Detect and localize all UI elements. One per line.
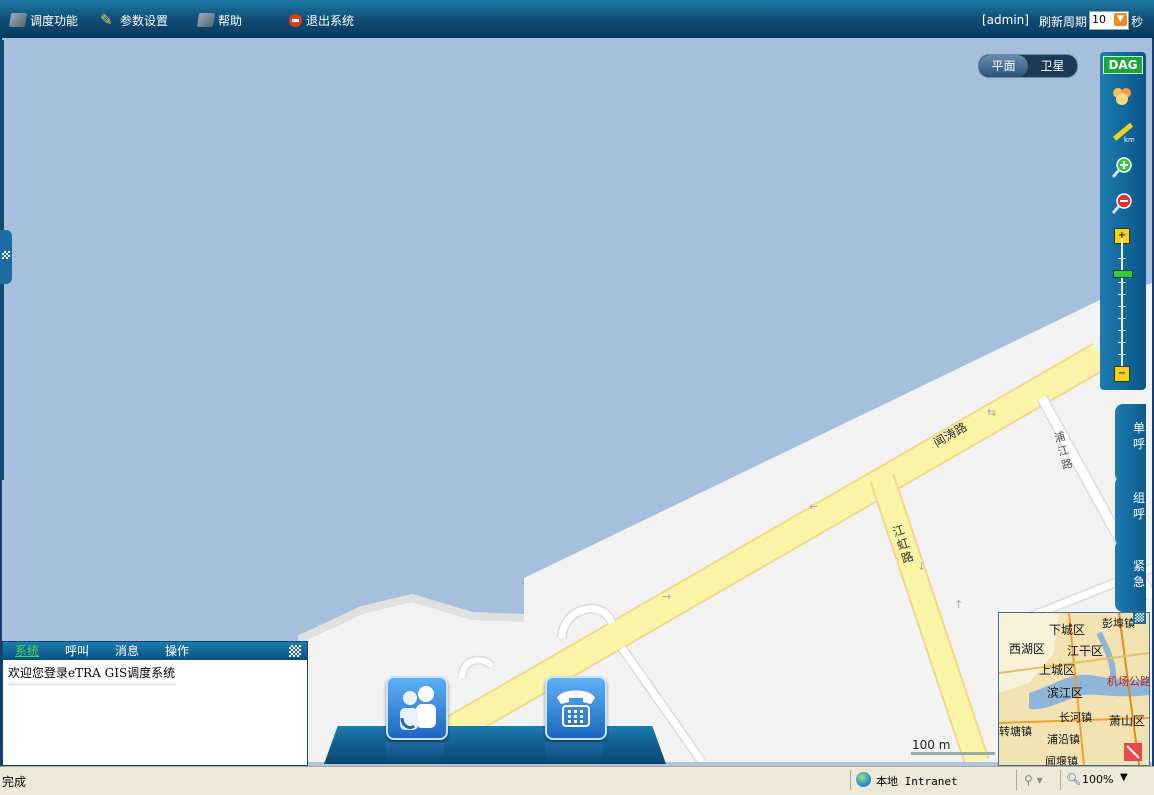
status-text: 完成 [2, 775, 27, 789]
telephone-icon [557, 690, 595, 727]
menu-dispatch[interactable]: 调度功能 [8, 10, 79, 30]
browser-statusbar: 完成 本地 Intranet ⚲ ▾ 🔍︎ 100% ▼ [0, 766, 1154, 795]
zoom-level[interactable]: 100% [1082, 773, 1113, 786]
chevron-down-icon[interactable]: ▼ [1114, 13, 1127, 26]
svg-text:↓: ↓ [917, 560, 926, 573]
globe-icon [856, 772, 871, 787]
menu-exit-label: 退出系统 [306, 13, 355, 28]
panel-collapse-icon[interactable] [289, 645, 301, 657]
status-separator [1060, 770, 1061, 790]
dag-badge[interactable]: DAG [1103, 56, 1143, 74]
tab-call[interactable]: 呼叫 [65, 643, 89, 659]
minimap-label: 上城区 [1039, 663, 1076, 677]
zoom-slider[interactable]: + − [1113, 228, 1133, 382]
zoom-tick [1118, 318, 1126, 319]
zoom-slider-thumb[interactable] [1113, 270, 1133, 278]
left-panel-toggle[interactable] [0, 230, 12, 284]
group-call-button[interactable] [386, 676, 448, 740]
tab-single-call[interactable]: 单呼 [1115, 404, 1146, 482]
minimap-label: 转塘镇 [999, 725, 1032, 738]
minimap-label: 萧山区 [1109, 714, 1146, 728]
minimap-label: 江干区 [1067, 644, 1104, 658]
minimap-label: 下城区 [1049, 623, 1086, 637]
users-icon[interactable] [1110, 84, 1134, 108]
minimap-label: 闻堰镇 [1045, 755, 1078, 766]
tab-group-call[interactable]: 组呼 [1115, 476, 1146, 546]
minimap-label: 彭埠镇 [1102, 617, 1135, 630]
refresh-value: 10 [1092, 13, 1106, 26]
zoom-out-icon[interactable] [1110, 192, 1134, 216]
overview-map[interactable]: 下城区 彭埠镇 西湖区 江干区 上城区 机场公路 滨江区 长河镇 萧山区 浦沿镇… [998, 612, 1150, 766]
menu-help-label: 帮助 [218, 13, 243, 28]
collapse-icon [1135, 613, 1144, 622]
refresh-label: 刷新周期 [1039, 15, 1088, 29]
zoom-chevron-down-icon[interactable]: ▼ [1120, 772, 1128, 783]
dispatch-icon [8, 13, 28, 27]
ruler-icon[interactable]: km [1110, 120, 1134, 144]
tab-group-call-label: 组呼 [1133, 491, 1146, 521]
welcome-message: 欢迎您登录eTRA GIS调度系统 [8, 664, 176, 685]
minimap-label: 滨江区 [1047, 686, 1084, 700]
status-separator [850, 770, 851, 790]
zoom-tick [1118, 282, 1126, 283]
tab-message[interactable]: 消息 [115, 643, 139, 659]
dock-bar [324, 726, 666, 764]
tab-single-call-label: 单呼 [1133, 421, 1146, 451]
menu-params-label: 参数设置 [120, 13, 169, 28]
group-call-icon [400, 686, 436, 730]
menu-help[interactable]: 帮助 [196, 10, 243, 30]
message-panel: 系统 呼叫 消息 操作 欢迎您登录eTRA GIS调度系统 [2, 641, 308, 766]
minimap-label: 机场公路 [1107, 675, 1150, 688]
svg-text:↑: ↑ [954, 598, 963, 611]
protected-mode-icon[interactable]: ⚲ ▾ [1024, 773, 1043, 787]
dock-reflection [386, 742, 444, 762]
menu-exit[interactable]: 退出系统 [289, 10, 354, 30]
status-separator [1016, 770, 1017, 790]
scale-bar [911, 752, 995, 755]
zoom-tick [1118, 258, 1126, 259]
tab-emergency[interactable]: 紧急 [1115, 540, 1146, 612]
zoom-tick [1118, 306, 1126, 307]
exit-icon [289, 13, 302, 27]
map-toolbar: DAG km + − [1100, 52, 1146, 390]
overview-map-toggle[interactable] [1133, 611, 1146, 624]
zoom-icon[interactable]: 🔍︎ [1066, 772, 1081, 786]
map-type-satellite[interactable]: 卫星 [1028, 55, 1077, 77]
zoom-in-icon[interactable] [1110, 156, 1134, 180]
phone-call-button[interactable] [545, 676, 607, 740]
svg-text:←: ← [809, 500, 818, 513]
scale-label: 100 m [912, 738, 951, 752]
zoom-slider-minus-icon[interactable]: − [1114, 366, 1130, 382]
menu-dispatch-label: 调度功能 [30, 13, 79, 28]
map-type-plain[interactable]: 平面 [979, 55, 1028, 77]
dock-reflection [545, 742, 603, 762]
minimap-label: 西湖区 [1009, 642, 1046, 656]
help-icon [196, 13, 216, 27]
zoom-tick [1118, 294, 1126, 295]
current-user: [admin] [982, 13, 1029, 27]
wrench-icon: ✎ [100, 11, 113, 29]
security-zone: 本地 Intranet [876, 775, 958, 788]
zoom-tick [1118, 342, 1126, 343]
svg-text:km: km [1124, 136, 1134, 144]
tab-emergency-label: 紧急 [1133, 559, 1146, 589]
minimap-label: 长河镇 [1059, 711, 1092, 724]
zoom-tick [1118, 354, 1126, 355]
map-type-switch: 平面 卫星 [978, 54, 1078, 78]
svg-text:⇆: ⇆ [987, 406, 996, 419]
minimap-label: 浦沿镇 [1047, 733, 1080, 746]
tab-system[interactable]: 系统 [15, 643, 39, 659]
zoom-tick [1118, 330, 1126, 331]
menu-params[interactable]: ✎ 参数设置 [100, 10, 168, 30]
expand-icon [2, 251, 10, 259]
refresh-select[interactable]: 10 ▼ [1089, 11, 1129, 30]
refresh-unit: 秒 [1131, 15, 1144, 29]
top-menubar: 调度功能 ✎ 参数设置 帮助 退出系统 [admin] 刷新周期 10 ▼ 秒 [0, 0, 1154, 39]
svg-text:→: → [662, 590, 671, 603]
message-panel-tabs: 系统 呼叫 消息 操作 [3, 642, 307, 660]
tab-operation[interactable]: 操作 [165, 643, 189, 659]
